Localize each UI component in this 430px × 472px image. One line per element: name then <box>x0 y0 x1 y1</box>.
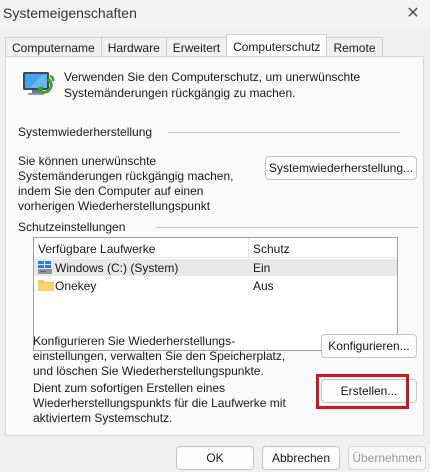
tab-erweitert[interactable]: Erweitert <box>165 37 228 57</box>
column-separator[interactable] <box>248 238 249 258</box>
drive-list-header: Verfügbare Laufwerke Schutz <box>34 238 397 258</box>
configure-button[interactable]: Konfigurieren... <box>321 334 417 358</box>
restore-group-divider <box>168 132 400 133</box>
folder-icon <box>38 279 54 292</box>
create-description: Dient zum sofortigen Erstellen eines Wie… <box>33 381 286 425</box>
protection-group-label: Schutzeinstellungen <box>18 220 126 234</box>
drive-row-windows[interactable]: Windows (C:) (System) Ein <box>34 259 397 276</box>
intro-text: Verwenden Sie den Computerschutz, um une… <box>64 70 361 100</box>
drive-status: Aus <box>253 279 274 293</box>
configure-description: Konfigurieren Sie Wiederherstellungs-ein… <box>33 334 286 378</box>
restore-description: Sie können unerwünschte Systemänderungen… <box>18 154 234 213</box>
system-restore-button[interactable]: Systemwiederherstellung... <box>265 156 417 180</box>
tab-strip: Computername Hardware Erweitert Computer… <box>5 34 383 57</box>
restore-group-label: Systemwiederherstellung <box>18 125 153 139</box>
cancel-button[interactable]: Abbrechen <box>262 446 340 470</box>
column-header-protection[interactable]: Schutz <box>253 242 290 256</box>
column-header-drives[interactable]: Verfügbare Laufwerke <box>38 242 155 256</box>
title-bar: Systemeigenschaften ✕ <box>0 0 430 30</box>
tab-computername[interactable]: Computername <box>5 37 102 57</box>
restore-description-clip: Sie können unerwünschte Systemänderungen… <box>18 154 258 214</box>
drive-name: Onekey <box>55 279 97 293</box>
protection-group-divider <box>156 227 418 228</box>
windows-drive-icon <box>38 261 52 274</box>
apply-button[interactable]: Übernehmen <box>348 446 426 470</box>
drive-name: Windows (C:) (System) <box>55 261 179 275</box>
tab-computerschutz[interactable]: Computerschutz <box>226 34 328 56</box>
drive-status: Ein <box>253 261 271 275</box>
close-button[interactable]: ✕ <box>396 0 430 26</box>
highlight-annotation <box>316 374 409 409</box>
tab-hardware[interactable]: Hardware <box>100 37 167 57</box>
tab-remote[interactable]: Remote <box>326 37 383 57</box>
ok-button[interactable]: OK <box>176 446 254 470</box>
window-title: Systemeigenschaften <box>3 5 137 21</box>
close-icon: ✕ <box>406 5 420 22</box>
system-protection-icon <box>20 67 56 103</box>
drive-row-onekey[interactable]: Onekey Aus <box>34 277 397 294</box>
